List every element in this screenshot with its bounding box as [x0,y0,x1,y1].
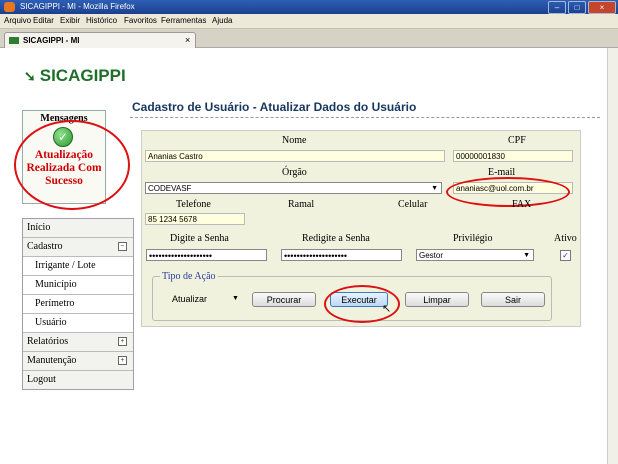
menu-bar: Arquivo Editar Exibir Histórico Favorito… [0,14,618,29]
favicon-icon [9,37,19,44]
sidebar-item-label: Irrigante / Lote [35,260,96,271]
sidebar-item-manutencao[interactable]: Manutenção + [23,352,133,371]
menu-ferramentas[interactable]: Ferramentas [161,16,206,25]
sidebar-item-usuario[interactable]: Usuário [23,314,133,333]
sidebar-item-label: Relatórios [27,336,69,347]
sair-button[interactable]: Sair [481,292,545,307]
menu-ajuda[interactable]: Ajuda [212,16,232,25]
ativo-checkbox[interactable]: ✓ [560,250,571,261]
tab-label: SICAGIPPI - MI [23,36,80,45]
menu-historico[interactable]: Histórico [86,16,117,25]
highlight-ellipse-message [14,120,130,210]
page-scrollbar[interactable] [607,48,618,464]
sidebar-item-label: Município [35,279,77,290]
app-logo: ➘ SICAGIPPI [24,66,126,86]
acao-legend: Tipo de Ação [160,271,218,282]
logo-arrow-icon: ➘ [24,68,36,84]
ramal-field[interactable] [250,213,345,225]
label-senha: Digite a Senha [170,233,229,244]
label-nome: Nome [282,135,307,146]
celular-field[interactable] [360,213,455,225]
label-telefone: Telefone [176,199,211,210]
sidebar-item-label: Usuário [35,317,67,328]
privilegio-select[interactable]: Gestor ▼ [416,249,534,261]
title-divider [130,117,600,118]
minimize-button[interactable]: – [548,1,566,14]
limpar-button[interactable]: Limpar [405,292,469,307]
sidebar-item-irrigante-lote[interactable]: Irrigante / Lote [23,257,133,276]
close-window-button[interactable]: × [588,1,616,14]
sidebar-item-logout[interactable]: Logout [23,371,133,389]
sidebar-item-label: Cadastro [27,241,63,252]
expand-icon[interactable]: + [118,356,127,365]
sidebar-item-label: Início [27,222,51,233]
firefox-icon [4,2,15,12]
label-cpf: CPF [508,135,526,146]
sidebar-item-inicio[interactable]: Início [23,219,133,238]
logo-text: SICAGIPPI [39,66,126,85]
sidebar-item-perimetro[interactable]: Perímetro [23,295,133,314]
chevron-down-icon: ▼ [431,185,438,192]
label-ramal: Ramal [288,199,315,210]
label-privilegio: Privilégio [453,233,493,244]
resenha-field[interactable]: •••••••••••••••••••• [281,249,402,261]
acao-select[interactable]: Atualizar ▼ [172,292,242,306]
privilegio-value: Gestor [419,251,444,260]
tab-close-icon[interactable]: × [185,35,190,45]
side-menu: Início Cadastro − Irrigante / Lote Municí… [22,218,134,390]
page-title: Cadastro de Usuário - Atualizar Dados do… [132,100,417,114]
cpf-field[interactable]: 00000001830 [453,150,573,162]
mouse-cursor-icon: ↖ [382,303,392,315]
menu-favoritos[interactable]: Favoritos [124,16,157,25]
fax-field[interactable] [470,213,570,225]
window-title: SICAGIPPI - MI - Mozilla Firefox [20,2,135,11]
sidebar-item-municipio[interactable]: Município [23,276,133,295]
expand-icon[interactable]: + [118,337,127,346]
chevron-down-icon: ▼ [523,252,530,259]
collapse-icon[interactable]: − [118,242,127,251]
browser-tab[interactable]: SICAGIPPI - MI × [4,32,196,48]
acao-value: Atualizar [172,294,208,304]
senha-field[interactable]: •••••••••••••••••••• [146,249,267,261]
highlight-ellipse-email [446,177,570,207]
chevron-down-icon: ▼ [232,295,239,302]
sidebar-item-label: Perímetro [35,298,75,309]
procurar-button[interactable]: Procurar [252,292,316,307]
menu-exibir[interactable]: Exibir [60,16,80,25]
orgao-select[interactable]: CODEVASF ▼ [145,182,442,194]
tab-strip: SICAGIPPI - MI × [0,29,618,48]
maximize-button[interactable]: □ [568,1,586,14]
label-ativo: Ativo [554,233,577,244]
sidebar-item-label: Manutenção [27,355,77,366]
sidebar-item-cadastro[interactable]: Cadastro − [23,238,133,257]
telefone-field[interactable]: 85 1234 5678 [145,213,245,225]
menu-arquivo[interactable]: Arquivo [4,16,31,25]
window-titlebar: SICAGIPPI - MI - Mozilla Firefox – □ × [0,0,618,14]
orgao-value: CODEVASF [148,184,192,193]
sidebar-item-relatorios[interactable]: Relatórios + [23,333,133,352]
sidebar-item-label: Logout [27,374,56,385]
nome-field[interactable]: Ananias Castro [145,150,445,162]
menu-editar[interactable]: Editar [33,16,54,25]
label-resenha: Redigite a Senha [302,233,370,244]
label-celular: Celular [398,199,428,210]
label-fax: FAX [512,199,532,210]
label-orgao: Órgão [282,167,307,178]
